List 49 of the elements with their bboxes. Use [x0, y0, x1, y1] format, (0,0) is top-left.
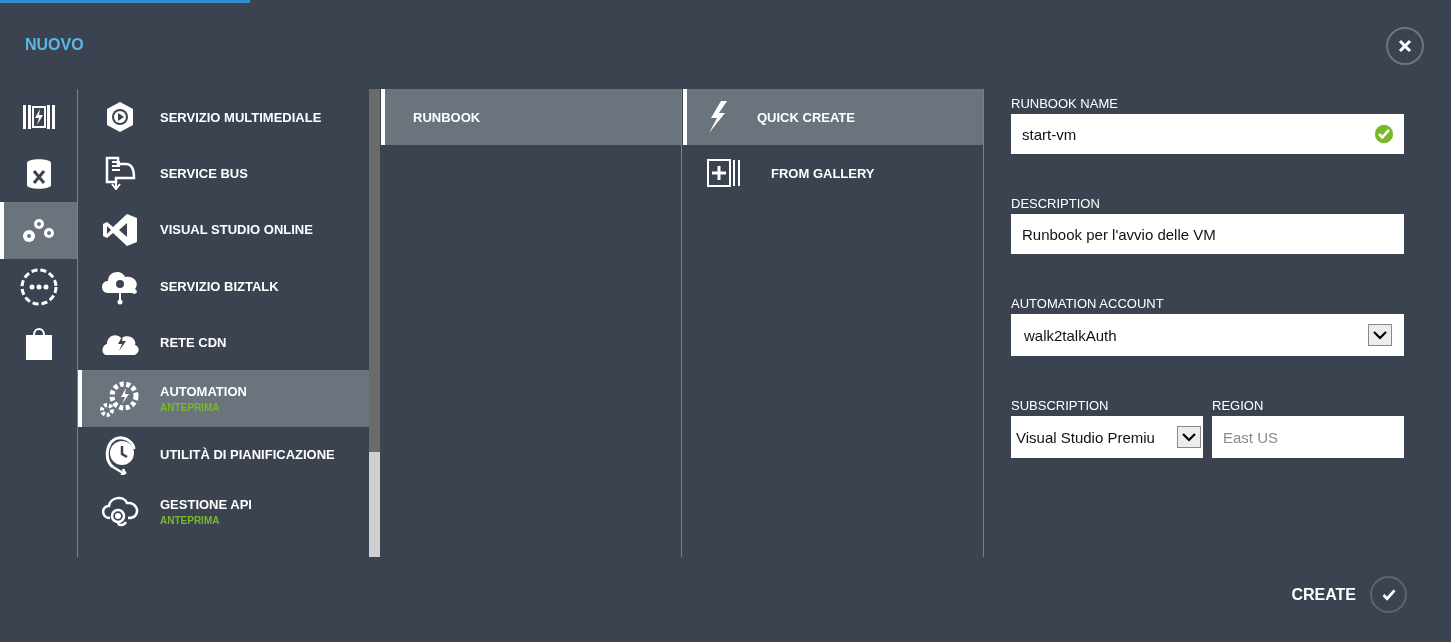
- cloud-link-icon: [100, 494, 140, 529]
- lightning-icon: [707, 101, 727, 133]
- panel-title: NUOVO: [25, 36, 84, 54]
- service-item[interactable]: AUTOMATION ANTEPRIMA: [78, 370, 369, 427]
- clock-icon: [103, 434, 137, 475]
- service-item[interactable]: RETE CDN: [78, 314, 369, 371]
- dropdown-button[interactable]: [1177, 426, 1201, 448]
- chevron-down-icon: [1182, 432, 1196, 442]
- service-name: AUTOMATION: [160, 384, 247, 400]
- category-tab[interactable]: [0, 202, 77, 259]
- field-label: DESCRIPTION: [1011, 194, 1101, 213]
- service-item[interactable]: SERVICE BUS: [78, 145, 369, 202]
- service-item[interactable]: SERVIZIO BIZTALK: [78, 257, 369, 315]
- gear-lightning-icon: [100, 379, 140, 418]
- dropdown-button[interactable]: [1368, 324, 1392, 346]
- service-item[interactable]: VISUAL STUDIO ONLINE: [78, 201, 369, 258]
- automation-account-select[interactable]: walk2talkAuth: [1011, 314, 1404, 356]
- shopping-bag-icon: [24, 326, 53, 361]
- service-item[interactable]: GESTIONE API ANTEPRIMA: [78, 483, 369, 540]
- field-label: RUNBOOK NAME: [1011, 94, 1119, 113]
- close-icon: [1398, 39, 1412, 53]
- barcode-panel-icon: [22, 105, 55, 130]
- field-label: REGION: [1212, 396, 1265, 415]
- subscription-select[interactable]: Visual Studio Premiu: [1011, 416, 1203, 458]
- database-icon: [25, 157, 52, 190]
- description-field[interactable]: Runbook per l'avvio delle VM: [1011, 214, 1404, 254]
- item-type[interactable]: RUNBOOK: [381, 89, 681, 145]
- close-button[interactable]: [1386, 27, 1424, 65]
- service-item[interactable]: SERVIZIO MULTIMEDIALE: [78, 89, 369, 146]
- document-arrow-icon: [104, 156, 136, 191]
- gallery-plus-icon: [707, 159, 741, 187]
- create-button[interactable]: CREATE: [1291, 576, 1407, 613]
- media-play-icon: [104, 101, 136, 134]
- field-label: SUBSCRIPTION: [1011, 396, 1110, 415]
- preview-label: ANTEPRIMA: [160, 514, 221, 526]
- gears-icon: [20, 216, 57, 245]
- service-item[interactable]: UTILITÀ DI PIANIFICAZIONE: [78, 426, 369, 484]
- create-option[interactable]: QUICK CREATE: [683, 89, 983, 145]
- chevron-down-icon: [1373, 330, 1387, 340]
- runbook-name-field[interactable]: start-vm: [1011, 114, 1404, 154]
- field-label: AUTOMATION ACCOUNT: [1011, 294, 1165, 313]
- region-field[interactable]: East US: [1212, 416, 1404, 458]
- scrollbar[interactable]: [369, 89, 380, 557]
- create-option[interactable]: FROM GALLERY: [683, 145, 983, 201]
- dashed-circle-icon: [19, 267, 58, 306]
- check-circle-icon: [1370, 576, 1407, 613]
- visual-studio-icon: [103, 213, 137, 246]
- service-name: GESTIONE API: [160, 496, 252, 512]
- preview-label: ANTEPRIMA: [160, 402, 221, 414]
